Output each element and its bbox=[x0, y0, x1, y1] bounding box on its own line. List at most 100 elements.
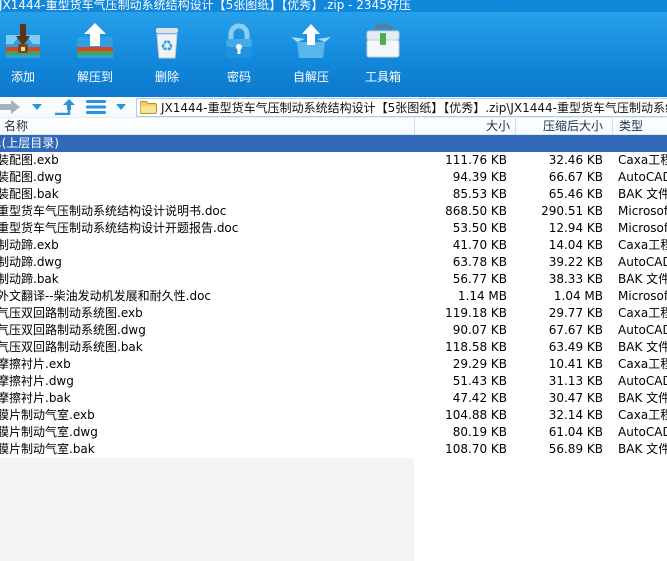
main-toolbar: 添加 解压到 ♻ 删除 密码 自解压 工具箱 bbox=[0, 12, 667, 97]
lock-icon bbox=[216, 19, 262, 65]
file-size-cell: 118.58 KB bbox=[445, 340, 507, 354]
self-extract-button-label: 自解压 bbox=[292, 70, 329, 84]
file-name-cell: 制动蹄.exb bbox=[0, 238, 59, 252]
file-size-cell: 90.07 KB bbox=[452, 323, 507, 337]
file-packed-size-cell: 67.67 KB bbox=[548, 323, 603, 337]
file-list-body: ..(上层目录) 装配图.exb 111.76 KB 32.46 KB Caxa… bbox=[0, 135, 667, 561]
file-name-cell: 重型货车气压制动系统结构设计开题报告.doc bbox=[0, 221, 239, 235]
file-type-cell: Microsof bbox=[618, 289, 667, 303]
file-size-cell: 29.29 KB bbox=[452, 357, 507, 371]
recycle-bin-icon: ♻ bbox=[144, 19, 190, 65]
file-size-cell: 56.77 KB bbox=[452, 272, 507, 286]
file-size-cell: 80.19 KB bbox=[452, 425, 507, 439]
file-row[interactable]: 膜片制动气室.exb 104.88 KB 32.14 KB Caxa工程 bbox=[0, 407, 667, 424]
folder-up-icon[interactable] bbox=[52, 97, 76, 118]
file-type-cell: Caxa工程 bbox=[618, 357, 667, 371]
file-packed-size-cell: 14.04 KB bbox=[548, 238, 603, 252]
file-type-cell: BAK 文件 bbox=[618, 391, 667, 405]
file-row[interactable]: 气压双回路制动系统图.exb 119.18 KB 29.77 KB Caxa工程 bbox=[0, 305, 667, 322]
title-bar[interactable]: JX1444-重型货车气压制动系统结构设计【5张图纸】【优秀】.zip - 23… bbox=[0, 0, 667, 12]
file-packed-size-cell: 63.49 KB bbox=[548, 340, 603, 354]
extract-to-button-label: 解压到 bbox=[76, 70, 113, 84]
address-bar[interactable]: JX1444-重型货车气压制动系统结构设计【5张图纸】【优秀】.zip\JX14… bbox=[136, 97, 667, 117]
file-type-cell: Caxa工程 bbox=[618, 153, 667, 167]
file-name-cell: 气压双回路制动系统图.exb bbox=[0, 306, 143, 320]
file-row[interactable]: 重型货车气压制动系统结构设计开题报告.doc 53.50 KB 12.94 KB… bbox=[0, 220, 667, 237]
history-chevron-down-icon[interactable] bbox=[28, 97, 46, 118]
list-view-icon[interactable] bbox=[84, 97, 108, 118]
file-type-cell: BAK 文件 bbox=[618, 272, 667, 286]
file-size-cell: 868.50 KB bbox=[445, 204, 507, 218]
add-button[interactable]: 添加 bbox=[0, 19, 58, 85]
file-row[interactable]: 摩擦衬片.exb 29.29 KB 10.41 KB Caxa工程 bbox=[0, 356, 667, 373]
forward-arrow-icon[interactable] bbox=[0, 97, 22, 118]
column-header-type[interactable]: 类型 bbox=[612, 118, 667, 134]
file-type-cell: Microsof bbox=[618, 204, 667, 218]
file-row[interactable]: 制动蹄.dwg 63.78 KB 39.22 KB AutoCAD bbox=[0, 254, 667, 271]
password-button-label: 密码 bbox=[226, 70, 251, 84]
file-name-cell: 制动蹄.bak bbox=[0, 272, 59, 286]
file-type-cell: Caxa工程 bbox=[618, 306, 667, 320]
file-packed-size-cell: 290.51 KB bbox=[541, 204, 603, 218]
file-name-cell: 膜片制动气室.exb bbox=[0, 408, 95, 422]
self-extract-box-icon bbox=[288, 19, 334, 65]
file-row[interactable]: 气压双回路制动系统图.bak 118.58 KB 63.49 KB BAK 文件 bbox=[0, 339, 667, 356]
file-packed-size-cell: 66.67 KB bbox=[548, 170, 603, 184]
file-size-cell: 63.78 KB bbox=[452, 255, 507, 269]
file-row[interactable]: 装配图.bak 85.53 KB 65.46 KB BAK 文件 bbox=[0, 186, 667, 203]
column-header-packed-size[interactable]: 压缩后大小 bbox=[515, 118, 612, 134]
file-size-cell: 1.14 MB bbox=[457, 289, 507, 303]
file-name-cell: 摩擦衬片.exb bbox=[0, 357, 71, 371]
file-type-cell: AutoCAD bbox=[618, 374, 667, 388]
window-title: JX1444-重型货车气压制动系统结构设计【5张图纸】【优秀】.zip - 23… bbox=[0, 0, 411, 12]
file-name-cell: 装配图.exb bbox=[0, 153, 59, 167]
file-name-cell: 气压双回路制动系统图.bak bbox=[0, 340, 143, 354]
file-rows: ..(上层目录) 装配图.exb 111.76 KB 32.46 KB Caxa… bbox=[0, 135, 667, 458]
file-row[interactable]: 摩擦衬片.dwg 51.43 KB 31.13 KB AutoCAD bbox=[0, 373, 667, 390]
file-row[interactable]: 重型货车气压制动系统结构设计说明书.doc 868.50 KB 290.51 K… bbox=[0, 203, 667, 220]
file-packed-size-cell: 29.77 KB bbox=[548, 306, 603, 320]
view-chevron-down-icon[interactable] bbox=[112, 97, 130, 118]
extract-to-button[interactable]: 解压到 bbox=[60, 19, 130, 85]
file-row[interactable]: ..(上层目录) bbox=[0, 135, 667, 152]
file-row[interactable]: 制动蹄.bak 56.77 KB 38.33 KB BAK 文件 bbox=[0, 271, 667, 288]
file-name-cell: 制动蹄.dwg bbox=[0, 255, 62, 269]
add-archive-icon bbox=[0, 19, 46, 65]
file-size-cell: 111.76 KB bbox=[445, 153, 507, 167]
file-packed-size-cell: 61.04 KB bbox=[548, 425, 603, 439]
file-type-cell: Caxa工程 bbox=[618, 408, 667, 422]
address-toolbar: JX1444-重型货车气压制动系统结构设计【5张图纸】【优秀】.zip\JX14… bbox=[0, 97, 667, 118]
file-row[interactable]: 制动蹄.exb 41.70 KB 14.04 KB Caxa工程 bbox=[0, 237, 667, 254]
file-type-cell: AutoCAD bbox=[618, 425, 667, 439]
file-type-cell: BAK 文件 bbox=[618, 442, 667, 456]
file-packed-size-cell: 39.22 KB bbox=[548, 255, 603, 269]
folder-icon bbox=[140, 100, 157, 114]
file-row[interactable]: 摩擦衬片.bak 47.42 KB 30.47 KB BAK 文件 bbox=[0, 390, 667, 407]
column-header-size[interactable]: 大小 bbox=[414, 118, 515, 134]
file-row[interactable]: 外文翻译--柴油发动机发展和耐久性.doc 1.14 MB 1.04 MB Mi… bbox=[0, 288, 667, 305]
file-row[interactable]: 气压双回路制动系统图.dwg 90.07 KB 67.67 KB AutoCAD bbox=[0, 322, 667, 339]
self-extract-button[interactable]: 自解压 bbox=[276, 19, 346, 85]
file-packed-size-cell: 1.04 MB bbox=[553, 289, 603, 303]
toolbox-icon bbox=[360, 19, 406, 65]
file-type-cell bbox=[618, 135, 667, 152]
file-row[interactable]: 膜片制动气室.bak 108.70 KB 56.89 KB BAK 文件 bbox=[0, 441, 667, 458]
file-row[interactable]: 膜片制动气室.dwg 80.19 KB 61.04 KB AutoCAD bbox=[0, 424, 667, 441]
file-name-cell: 装配图.dwg bbox=[0, 170, 62, 184]
delete-button-label: 删除 bbox=[154, 70, 179, 84]
file-name-cell: 摩擦衬片.bak bbox=[0, 391, 71, 405]
file-type-cell: Microsof bbox=[618, 221, 667, 235]
file-size-cell: 47.42 KB bbox=[452, 391, 507, 405]
column-header-name[interactable]: 名称 bbox=[0, 118, 414, 134]
file-row[interactable]: 装配图.dwg 94.39 KB 66.67 KB AutoCAD bbox=[0, 169, 667, 186]
file-row[interactable]: 装配图.exb 111.76 KB 32.46 KB Caxa工程 bbox=[0, 152, 667, 169]
file-name-cell: 重型货车气压制动系统结构设计说明书.doc bbox=[0, 204, 227, 218]
password-button[interactable]: 密码 bbox=[204, 19, 274, 85]
file-name-cell: 外文翻译--柴油发动机发展和耐久性.doc bbox=[0, 289, 212, 303]
file-packed-size-cell: 10.41 KB bbox=[548, 357, 603, 371]
delete-button[interactable]: ♻ 删除 bbox=[132, 19, 202, 85]
file-packed-size-cell: 65.46 KB bbox=[548, 187, 603, 201]
toolbox-button[interactable]: 工具箱 bbox=[348, 19, 418, 85]
file-size-cell: 51.43 KB bbox=[452, 374, 507, 388]
file-size-cell: 85.53 KB bbox=[452, 187, 507, 201]
